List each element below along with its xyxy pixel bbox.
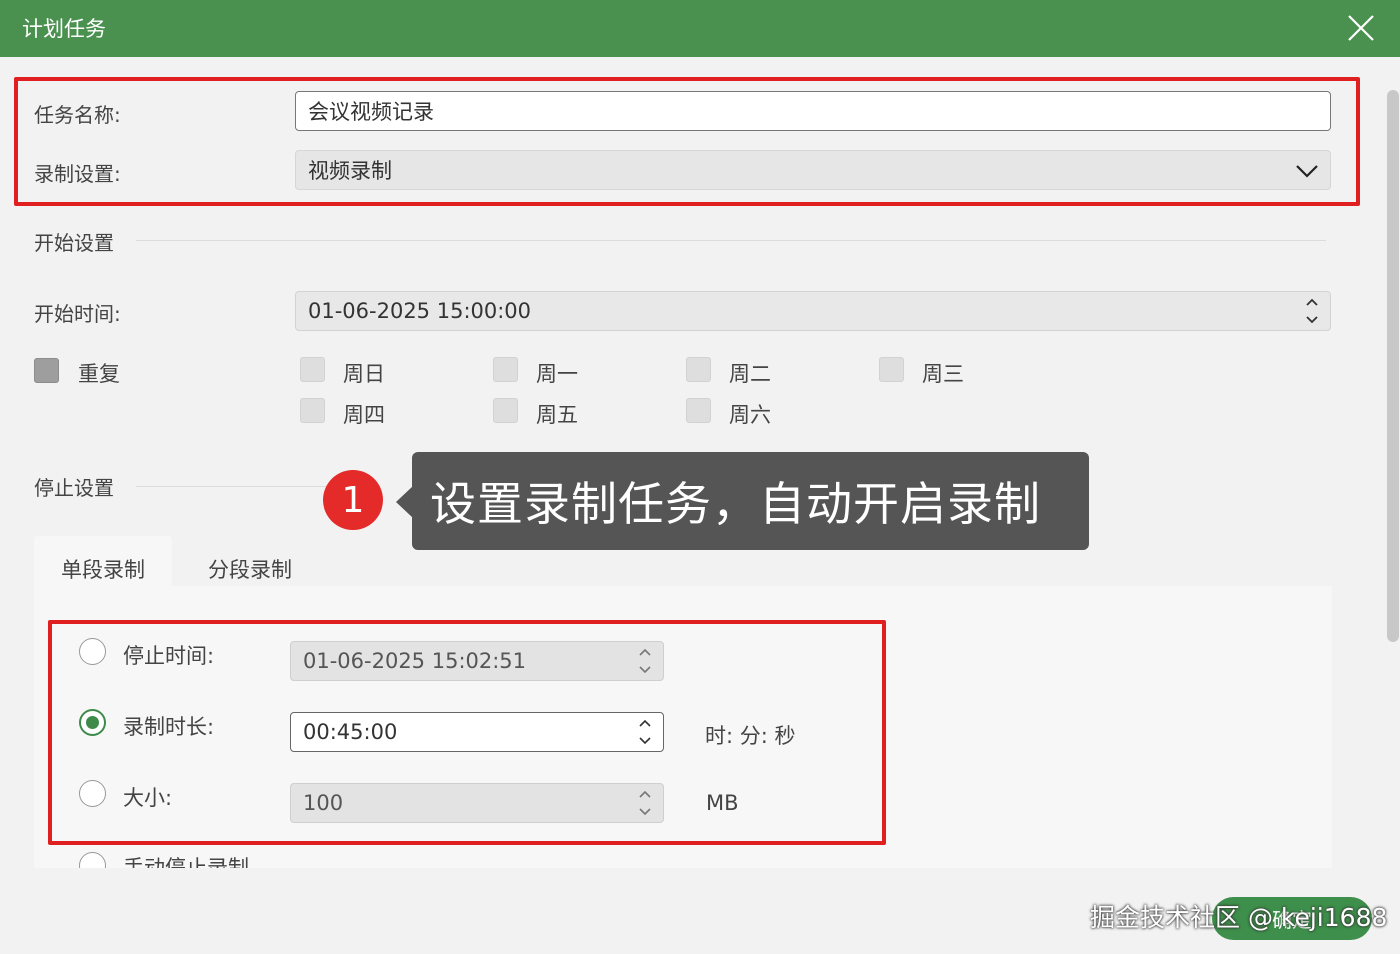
tab-multi-segment[interactable]: 分段录制	[186, 536, 314, 590]
close-icon	[1348, 15, 1374, 41]
repeat-checkbox[interactable]	[34, 358, 59, 383]
callout-bubble: 设置录制任务，自动开启录制	[412, 452, 1089, 550]
day-checkbox-thu[interactable]	[300, 398, 325, 423]
stop-section-title: 停止设置	[34, 476, 114, 500]
title-bar: 计划任务	[0, 0, 1400, 57]
close-button[interactable]	[1344, 12, 1378, 44]
spinner-icon[interactable]	[1302, 294, 1322, 328]
day-checkbox-wed[interactable]	[879, 357, 904, 382]
manual-stop-radio[interactable]	[79, 852, 106, 868]
day-label-tue: 周二	[729, 362, 771, 386]
repeat-label: 重复	[78, 362, 120, 386]
day-label-wed: 周三	[922, 362, 964, 386]
day-checkbox-mon[interactable]	[493, 357, 518, 382]
watermark: 掘金技术社区 @ keji1688	[1090, 903, 1388, 932]
start-time-value: 01-06-2025 15:00:00	[308, 299, 532, 323]
callout-arrow	[396, 486, 413, 518]
day-checkbox-sat[interactable]	[686, 398, 711, 423]
day-label-mon: 周一	[536, 362, 578, 386]
window-title: 计划任务	[22, 17, 106, 41]
manual-stop-label: 手动停止录制	[123, 856, 249, 868]
day-checkbox-fri[interactable]	[493, 398, 518, 423]
manual-stop-row: 手动停止录制	[60, 848, 360, 868]
stop-highlight-box	[48, 620, 886, 845]
day-checkbox-tue[interactable]	[686, 357, 711, 382]
task-highlight-box	[14, 77, 1360, 206]
day-label-thu: 周四	[343, 403, 385, 427]
stop-section-divider	[136, 486, 326, 487]
day-checkbox-sun[interactable]	[300, 357, 325, 382]
start-section-divider	[136, 240, 1326, 241]
day-label-sun: 周日	[343, 362, 385, 386]
day-label-sat: 周六	[729, 403, 771, 427]
start-time-picker[interactable]: 01-06-2025 15:00:00	[295, 291, 1331, 331]
callout-text: 设置录制任务，自动开启录制	[430, 477, 1041, 531]
scrollbar-thumb[interactable]	[1387, 90, 1399, 642]
start-time-label: 开始时间:	[34, 302, 121, 326]
start-section-title: 开始设置	[34, 231, 114, 255]
tab-single-segment[interactable]: 单段录制	[34, 536, 172, 590]
day-label-fri: 周五	[536, 403, 578, 427]
step-badge: 1	[323, 470, 383, 530]
